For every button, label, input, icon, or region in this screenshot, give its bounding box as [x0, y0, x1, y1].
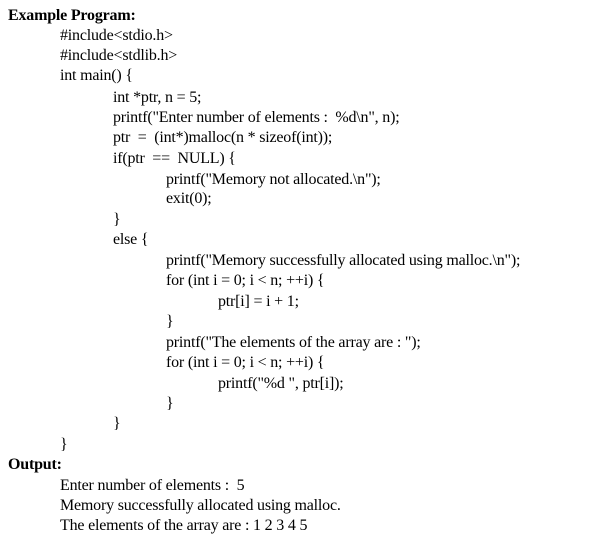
- output-line-elements: The elements of the array are : 1 2 3 4 …: [60, 517, 308, 534]
- code-line-include-stdlib: #include<stdlib.h>: [60, 47, 178, 64]
- code-line-close-else: }: [113, 415, 121, 432]
- output-line-allocated: Memory successfully allocated using mall…: [60, 497, 341, 514]
- code-line-close-for-assign: }: [166, 313, 174, 330]
- code-line-print-count: printf("Enter number of elements : %d\n"…: [113, 109, 400, 126]
- code-line-close-if: }: [113, 211, 121, 228]
- code-line-close-main: }: [60, 436, 68, 453]
- code-line-print-allocated: printf("Memory successfully allocated us…: [166, 252, 521, 269]
- document-page: Example Program: #include<stdio.h> #incl…: [0, 0, 613, 534]
- output-line-count: Enter number of elements : 5: [60, 477, 245, 494]
- code-line-else: else {: [113, 231, 149, 248]
- output-heading: Output:: [8, 456, 62, 473]
- code-line-close-for-print: }: [166, 395, 174, 412]
- code-line-declare-vars: int *ptr, n = 5;: [113, 89, 202, 106]
- code-line-for-print: for (int i = 0; i < n; ++i) {: [166, 354, 325, 371]
- code-line-malloc: ptr = (int*)malloc(n * sizeof(int));: [113, 129, 333, 146]
- code-line-exit: exit(0);: [166, 190, 212, 207]
- program-heading: Example Program:: [8, 7, 136, 24]
- code-line-for-assign: for (int i = 0; i < n; ++i) {: [166, 272, 325, 289]
- code-line-main-signature: int main() {: [60, 67, 133, 84]
- code-line-if-null: if(ptr == NULL) {: [113, 150, 236, 167]
- code-line-print-element: printf("%d ", ptr[i]);: [218, 375, 344, 392]
- code-line-print-not-allocated: printf("Memory not allocated.\n");: [166, 171, 381, 188]
- code-line-assign-element: ptr[i] = i + 1;: [218, 293, 299, 310]
- code-line-include-stdio: #include<stdio.h>: [60, 27, 173, 44]
- code-line-print-elements-label: printf("The elements of the array are : …: [166, 334, 421, 351]
